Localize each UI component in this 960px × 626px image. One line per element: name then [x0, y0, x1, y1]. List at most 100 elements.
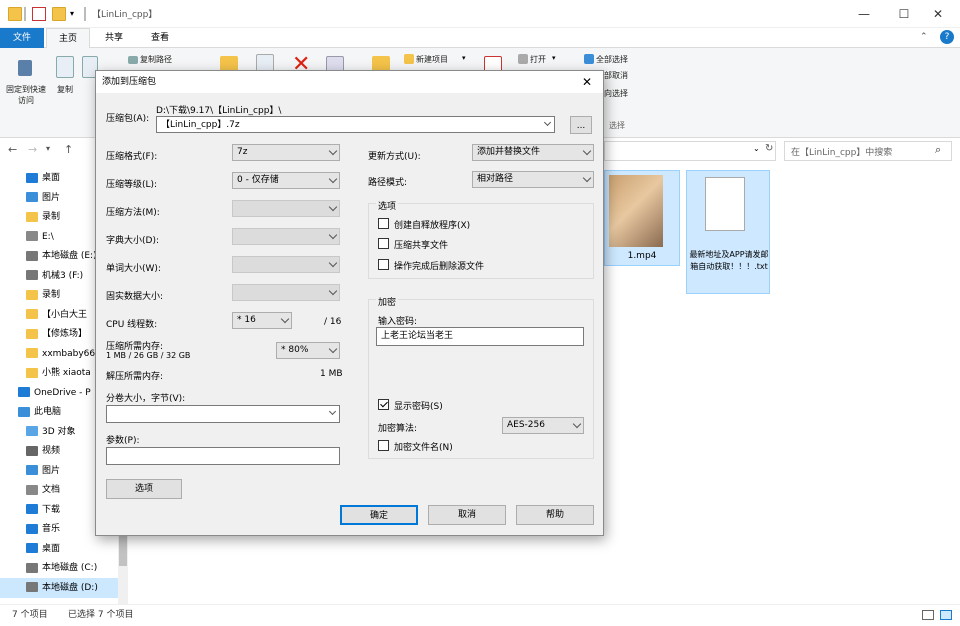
shared-checkbox[interactable]	[378, 238, 389, 249]
status-bar: 7 个项目 已选择 7 个项目	[0, 604, 960, 626]
cpu-select[interactable]: * 16	[232, 312, 292, 329]
drive-icon	[26, 270, 38, 280]
title-bar: ▾ 【LinLin_cpp】 — ☐ ✕	[0, 0, 960, 28]
pin-quick-access-button[interactable]: 固定到快速访问	[4, 84, 48, 106]
archive-dir: D:\下载\9.17\【LinLin_cpp】\	[156, 106, 282, 116]
show-password-checkbox[interactable]	[378, 399, 389, 410]
sidebar-item-label: 桌面	[42, 543, 61, 554]
sidebar-item-label: 文档	[42, 485, 61, 495]
sidebar-item-label: OneDrive - P	[34, 387, 91, 398]
up-icon[interactable]: ↑	[64, 143, 73, 156]
select-all-icon	[584, 54, 594, 64]
update-select[interactable]: 添加并替换文件	[472, 144, 594, 161]
dict-select	[232, 228, 340, 245]
minimize-button[interactable]: —	[846, 4, 882, 24]
delete-checkbox[interactable]	[378, 259, 389, 270]
split-label: 分卷大小，字节(V):	[106, 394, 186, 404]
options-group-label: 选项	[376, 199, 399, 212]
enc-method-select[interactable]: AES-256	[502, 417, 584, 434]
dict-label: 字典大小(D):	[106, 236, 159, 246]
file-item-2[interactable]: 最新地址及APP请发邮箱自动获取！！！.txt	[686, 170, 770, 294]
password-input[interactable]: 上老王论坛当老王	[376, 327, 584, 346]
cancel-button[interactable]: 取消	[428, 505, 506, 525]
maximize-button[interactable]: ☐	[886, 4, 922, 24]
mem-decomp-value: 1 MB	[320, 369, 343, 379]
ok-button[interactable]: 确定	[340, 505, 418, 525]
large-icons-view-icon[interactable]	[940, 610, 952, 620]
forward-icon[interactable]: →	[28, 143, 37, 156]
chevron-down-icon	[328, 344, 338, 354]
tab-home[interactable]: 主页	[46, 28, 90, 48]
sidebar-item[interactable]: 桌面	[0, 539, 118, 559]
shared-label: 压缩共享文件	[394, 241, 449, 251]
chevron-down-icon	[328, 202, 338, 212]
desktop-icon	[26, 172, 38, 183]
search-icon[interactable]: ⌕	[935, 143, 941, 157]
browse-button[interactable]: ...	[570, 116, 592, 134]
solid-label: 固实数据大小:	[106, 292, 164, 302]
chevron-down-icon[interactable]	[543, 118, 552, 127]
window-title: 【LinLin_cpp】	[92, 10, 158, 20]
cpu-max: / 16	[324, 317, 342, 327]
chevron-down-icon	[582, 146, 592, 156]
tab-file[interactable]: 文件	[0, 28, 44, 48]
password-label: 输入密码:	[378, 317, 418, 327]
level-label: 压缩等级(L):	[106, 180, 158, 190]
music-icon	[26, 523, 38, 534]
sidebar-item[interactable]: 本地磁盘 (D:)	[0, 577, 118, 598]
customize-toolbar-icon[interactable]: ▾	[70, 7, 84, 21]
method-select	[232, 200, 340, 217]
chevron-down-icon	[328, 174, 338, 184]
archive-name-input[interactable]: 【LinLin_cpp】.7z	[156, 116, 555, 133]
select-all-button[interactable]: 全部选择	[596, 54, 646, 65]
properties-icon[interactable]	[32, 7, 46, 21]
dialog-close-button[interactable]: ✕	[582, 71, 592, 93]
split-input[interactable]	[106, 405, 340, 423]
folder-icon	[26, 367, 38, 378]
encryption-group-label: 加密	[376, 295, 399, 308]
mem-comp-select[interactable]: * 80%	[276, 342, 340, 359]
encrypt-names-checkbox[interactable]	[378, 440, 389, 451]
folder-icon	[8, 7, 22, 21]
new-folder-icon[interactable]	[52, 7, 66, 21]
params-input[interactable]	[106, 447, 340, 465]
path-select[interactable]: 相对路径	[472, 171, 594, 188]
divider	[84, 7, 86, 21]
recent-locations-icon[interactable]: ▾	[46, 144, 50, 153]
chevron-down-icon	[572, 419, 582, 429]
onedrive-icon	[18, 387, 30, 397]
chevron-down-icon	[328, 258, 338, 268]
item-count: 7 个项目	[12, 610, 48, 620]
sidebar-item[interactable]: 本地磁盘 (C:)	[0, 558, 118, 578]
ribbon-tabs: 文件 主页 共享 查看 ⌃ ?	[0, 28, 960, 48]
sidebar-item-label: 3D 对象	[42, 426, 76, 437]
sfx-checkbox[interactable]	[378, 218, 389, 229]
sidebar-item-label: 图片	[42, 192, 61, 203]
help-button[interactable]: 帮助	[516, 505, 594, 525]
chevron-down-icon[interactable]: ⌄	[753, 144, 760, 153]
copy-button[interactable]: 复制	[52, 84, 78, 95]
sidebar-item-label: 本地磁盘 (E:)	[42, 251, 97, 261]
file-item-1[interactable]: 1.mp4	[604, 170, 680, 266]
details-view-icon[interactable]	[922, 610, 934, 620]
ribbon-collapse-icon[interactable]: ⌃	[920, 32, 928, 42]
file-name: 1.mp4	[627, 251, 657, 261]
options-button[interactable]: 选项	[106, 479, 182, 499]
address-input[interactable]: ⌄ ↻	[604, 141, 776, 161]
back-icon[interactable]: ←	[8, 143, 17, 156]
video-icon	[26, 445, 38, 456]
folder-icon	[26, 328, 38, 339]
copy-path-button[interactable]: 复制路径	[140, 54, 188, 65]
tab-share[interactable]: 共享	[92, 28, 136, 48]
search-input[interactable]: 在【LinLin_cpp】中搜索 ⌕	[784, 141, 952, 161]
refresh-icon[interactable]: ↻	[765, 143, 773, 154]
level-select[interactable]: 0 - 仅存储	[232, 172, 340, 189]
format-select[interactable]: 7z	[232, 144, 340, 161]
close-button[interactable]: ✕	[920, 4, 956, 24]
help-icon[interactable]: ?	[940, 30, 954, 44]
tab-view[interactable]: 查看	[138, 28, 182, 48]
dialog-title: 添加到压缩包	[102, 77, 157, 87]
open-icon	[518, 54, 528, 64]
delete-label: 操作完成后删除源文件	[394, 262, 485, 272]
chevron-down-icon[interactable]	[328, 407, 337, 416]
